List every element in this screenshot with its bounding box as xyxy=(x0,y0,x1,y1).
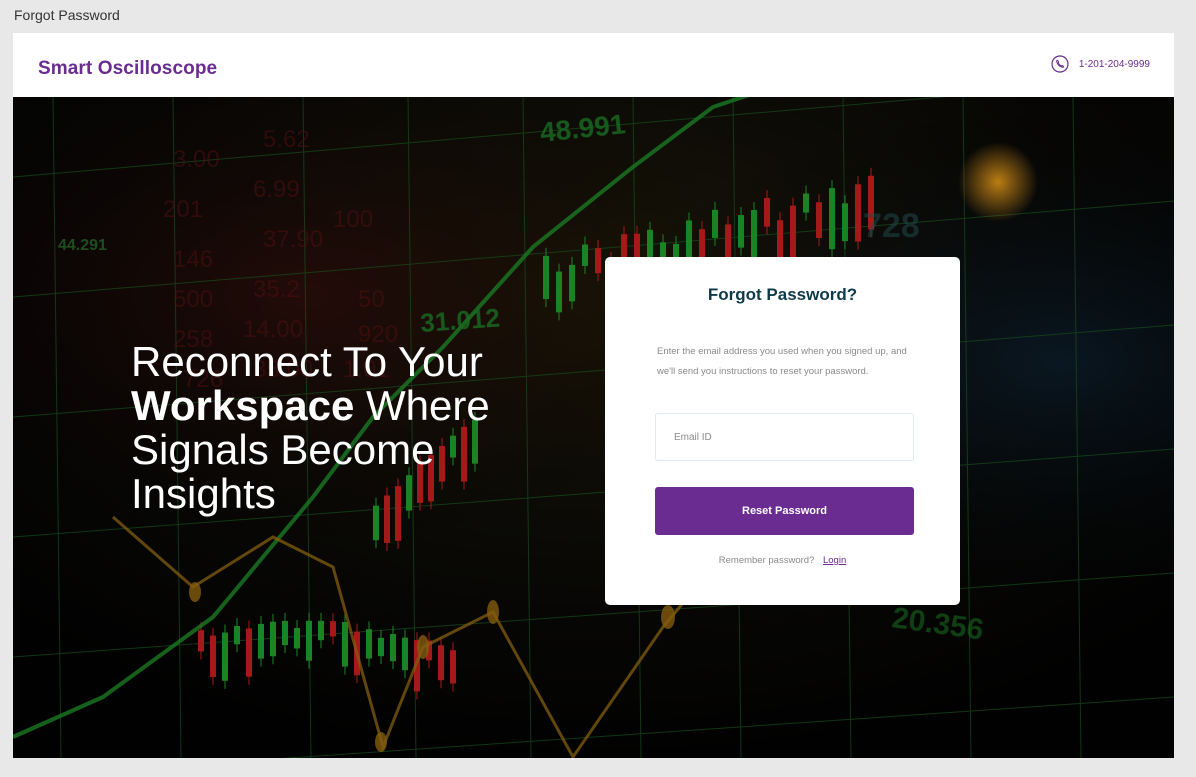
top-header: Smart Oscilloscope 1-201-204-9999 xyxy=(13,33,1174,97)
headline-line: Signals Become xyxy=(131,426,435,473)
headline-bold: Workspace xyxy=(131,382,355,429)
hero-section: 48.991 44.291 31.012 728 20.356 3.00 5.62… xyxy=(13,97,1174,758)
login-link[interactable]: Login xyxy=(823,555,846,566)
headline-line: Insights xyxy=(131,470,276,517)
headline-rest: Where xyxy=(366,382,490,429)
email-input[interactable] xyxy=(655,413,914,461)
phone-number: 1-201-204-9999 xyxy=(1078,58,1150,70)
hero-headline: Reconnect To Your Workspace Where Signal… xyxy=(131,340,601,516)
forgot-password-card: Forgot Password? Enter the email address… xyxy=(605,257,960,605)
phone-contact[interactable]: 1-201-204-9999 xyxy=(1051,55,1150,73)
page: Smart Oscilloscope 1-201-204-9999 48.991… xyxy=(13,33,1174,758)
remember-password-row: Remember password? Login xyxy=(605,555,960,566)
reset-password-button[interactable]: Reset Password xyxy=(655,487,914,535)
headline-line: Reconnect To Your xyxy=(131,338,483,385)
card-description: Enter the email address you used when yo… xyxy=(657,346,907,377)
headline-line: Workspace Where xyxy=(131,384,601,428)
brand-logo-text[interactable]: Smart Oscilloscope xyxy=(38,58,217,80)
frame-title: Forgot Password xyxy=(14,7,120,23)
card-title: Forgot Password? xyxy=(707,285,858,304)
remember-text: Remember password? xyxy=(718,555,815,566)
phone-icon xyxy=(1051,55,1069,73)
